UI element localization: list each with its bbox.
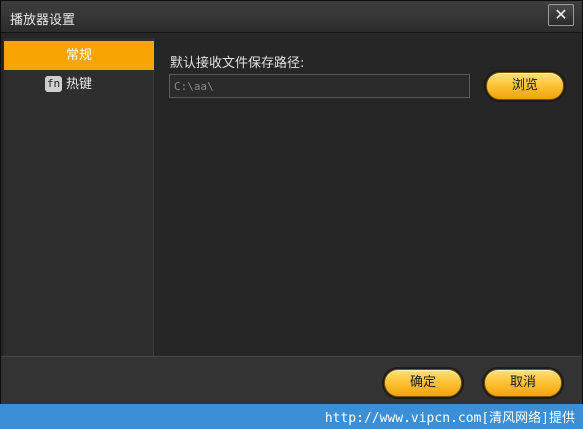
- close-button[interactable]: ✕: [548, 4, 574, 26]
- watermark-bar: http://www.vipcn.com[清风网络]提供: [0, 404, 583, 429]
- sidebar-item-label: 热键: [66, 77, 93, 92]
- sidebar: 常规 fn 热键: [4, 38, 154, 356]
- title-bar[interactable]: 播放器设置 ✕: [1, 1, 582, 33]
- browse-button[interactable]: 浏览: [486, 72, 564, 100]
- dialog-footer: 确定 取消: [1, 356, 582, 404]
- window-title: 播放器设置: [10, 13, 76, 28]
- sidebar-item-general[interactable]: 常规: [4, 41, 154, 70]
- close-icon: ✕: [554, 5, 568, 24]
- settings-dialog: 播放器设置 ✕ 常规 fn 热键 默认接收文件保存路径: 浏览 确定 取消: [0, 0, 583, 404]
- sidebar-item-label: 常规: [65, 48, 92, 63]
- watermark-text: http://www.vipcn.com[清风网络]提供: [324, 411, 575, 426]
- ok-button[interactable]: 确定: [384, 369, 462, 397]
- save-path-label: 默认接收文件保存路径:: [170, 56, 305, 71]
- fn-key-icon: fn: [45, 76, 62, 92]
- save-path-input[interactable]: [169, 74, 470, 98]
- general-settings-panel: 默认接收文件保存路径: 浏览: [156, 38, 581, 356]
- sidebar-item-hotkeys[interactable]: fn 热键: [4, 70, 154, 99]
- cancel-button[interactable]: 取消: [484, 369, 562, 397]
